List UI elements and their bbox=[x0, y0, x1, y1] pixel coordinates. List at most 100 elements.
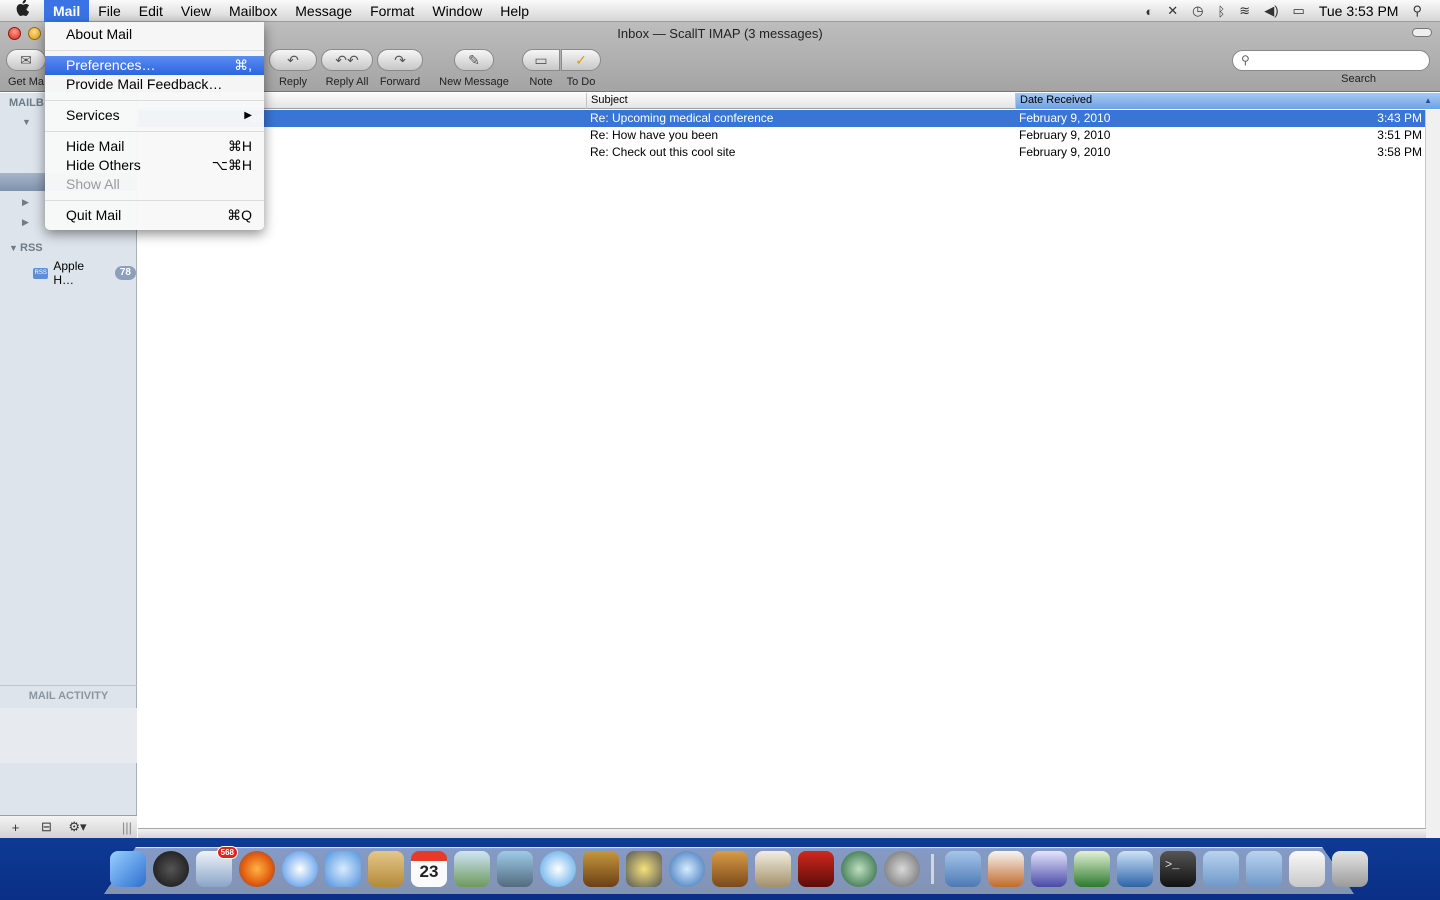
menu-format[interactable]: Format bbox=[361, 0, 423, 22]
show-hide-activity-button[interactable]: ⊟ bbox=[31, 819, 62, 835]
photo-slideshow-icon[interactable] bbox=[798, 851, 834, 887]
menu-shortcut: ⌘H bbox=[227, 138, 252, 154]
apple-menu-icon[interactable] bbox=[0, 0, 44, 23]
time-machine-icon[interactable] bbox=[841, 851, 877, 887]
address-book-icon[interactable] bbox=[368, 851, 404, 887]
ichat-icon[interactable] bbox=[325, 851, 361, 887]
menu-item-label: Preferences… bbox=[66, 57, 156, 73]
safari-icon[interactable] bbox=[282, 851, 318, 887]
rss-disclosure-icon[interactable]: ▼ bbox=[9, 243, 18, 253]
disconnect-icon[interactable]: ✕ bbox=[1167, 3, 1178, 19]
system-preferences-icon[interactable] bbox=[884, 851, 920, 887]
menu-message[interactable]: Message bbox=[286, 0, 361, 22]
menu-window[interactable]: Window bbox=[423, 0, 491, 22]
menu-item-label: About Mail bbox=[66, 26, 133, 42]
disclosure-triangle-icon[interactable]: ▶ bbox=[22, 197, 29, 208]
garageband-icon[interactable] bbox=[712, 851, 748, 887]
menu-item-services[interactable]: Services ▶ bbox=[45, 106, 264, 125]
message-row[interactable]: Re: Check out this cool site February 9,… bbox=[138, 144, 1426, 161]
menu-help[interactable]: Help bbox=[491, 0, 538, 22]
pages-icon[interactable] bbox=[1031, 851, 1067, 887]
menu-mailbox[interactable]: Mailbox bbox=[220, 0, 286, 22]
finder-icon[interactable] bbox=[110, 851, 146, 887]
reply-icon: ↶ bbox=[269, 49, 317, 71]
mail-app-menu: About Mail Preferences… ⌘, Provide Mail F… bbox=[45, 22, 264, 230]
menu-item-preferences[interactable]: Preferences… ⌘, bbox=[45, 56, 264, 75]
todo-button[interactable]: ✓ To Do bbox=[560, 49, 602, 88]
message-row[interactable]: Re: How have you been February 9, 2010 3… bbox=[138, 127, 1426, 144]
dock-separator bbox=[931, 854, 934, 884]
mail-activity-pane bbox=[0, 708, 137, 763]
action-gear-icon[interactable]: ⚙▾ bbox=[62, 819, 93, 835]
iphoto-icon[interactable] bbox=[497, 851, 533, 887]
calendar-day-label: 23 bbox=[419, 862, 439, 881]
mail-icon[interactable]: 568 bbox=[196, 846, 238, 887]
menu-item-quit-mail[interactable]: Quit Mail ⌘Q bbox=[45, 206, 264, 225]
menu-edit[interactable]: Edit bbox=[130, 0, 172, 22]
battery-icon[interactable]: ▭ bbox=[1293, 3, 1305, 19]
itunes-icon[interactable] bbox=[540, 851, 576, 887]
column-header-date-received[interactable]: Date Received ▲ bbox=[1015, 93, 1440, 109]
forward-button[interactable]: ↷ Forward bbox=[376, 49, 424, 88]
disclosure-triangle-icon[interactable]: ▶ bbox=[22, 217, 29, 228]
menu-item-provide-feedback[interactable]: Provide Mail Feedback… bbox=[45, 75, 264, 94]
message-row[interactable]: on Re: Upcoming medical conference Febru… bbox=[138, 110, 1426, 127]
dashboard-icon[interactable] bbox=[153, 851, 189, 887]
downloads-folder-icon[interactable] bbox=[1246, 851, 1282, 887]
message-date: February 9, 2010 bbox=[1019, 145, 1111, 159]
disclosure-triangle-icon[interactable]: ▼ bbox=[22, 117, 31, 127]
menu-view[interactable]: View bbox=[172, 0, 220, 22]
iweb-icon[interactable] bbox=[755, 851, 791, 887]
virtualbox-icon[interactable] bbox=[1117, 851, 1153, 887]
menu-separator bbox=[45, 100, 264, 101]
ical-icon[interactable]: 23 bbox=[411, 851, 447, 887]
document-icon[interactable] bbox=[1289, 851, 1325, 887]
wifi-icon[interactable]: ≋ bbox=[1239, 3, 1250, 19]
trash-icon[interactable] bbox=[1332, 851, 1368, 887]
spotlight-icon[interactable]: ⚲ bbox=[1412, 3, 1422, 19]
get-mail-button[interactable]: ✉ Get Ma bbox=[6, 49, 46, 88]
reply-all-button[interactable]: ↶↶ Reply All bbox=[320, 49, 374, 88]
dock: 568 23 >_ bbox=[104, 846, 1368, 892]
terminal-icon[interactable]: >_ bbox=[1160, 851, 1196, 887]
photo-booth-icon[interactable] bbox=[583, 851, 619, 887]
note-button[interactable]: ▭ Note bbox=[522, 49, 560, 88]
new-message-button[interactable]: ✎ New Message bbox=[436, 49, 512, 88]
menubar-clock[interactable]: Tue 3:53 PM bbox=[1319, 3, 1399, 19]
forward-label: Forward bbox=[379, 76, 421, 88]
moon-icon[interactable]: ◐ bbox=[1145, 4, 1153, 19]
menu-item-hide-others[interactable]: Hide Others ⌥⌘H bbox=[45, 156, 264, 175]
keynote-icon[interactable] bbox=[988, 851, 1024, 887]
menu-item-hide-mail[interactable]: Hide Mail ⌘H bbox=[45, 137, 264, 156]
search-input[interactable]: ⚲ bbox=[1232, 50, 1430, 71]
dvd-player-icon[interactable] bbox=[669, 851, 705, 887]
forward-icon: ↷ bbox=[377, 49, 423, 71]
vertical-scrollbar[interactable] bbox=[1425, 110, 1440, 838]
menu-file[interactable]: File bbox=[89, 0, 130, 22]
menu-item-about-mail[interactable]: About Mail bbox=[45, 25, 264, 44]
note-label: Note bbox=[529, 76, 553, 88]
preview-icon[interactable] bbox=[454, 851, 490, 887]
column-header-subject[interactable]: Subject bbox=[586, 93, 1015, 109]
bluetooth-icon[interactable]: ᛒ bbox=[1217, 4, 1225, 19]
message-subject: Re: How have you been bbox=[590, 128, 719, 142]
checkmark-icon: ✓ bbox=[561, 49, 601, 71]
applications-folder-icon[interactable] bbox=[1203, 851, 1239, 887]
sidebar-item-apple-hot-news[interactable]: RSS Apple H… 78 bbox=[33, 259, 136, 287]
imovie-icon[interactable] bbox=[626, 851, 662, 887]
reply-all-icon: ↶↶ bbox=[321, 49, 373, 71]
add-mailbox-button[interactable]: + bbox=[0, 820, 31, 835]
reply-button[interactable]: ↶ Reply bbox=[268, 49, 318, 88]
message-subject: Re: Upcoming medical conference bbox=[590, 111, 774, 125]
documents-stack-icon[interactable] bbox=[945, 851, 981, 887]
pane-split-divider[interactable] bbox=[138, 828, 1426, 838]
volume-icon[interactable]: ◀) bbox=[1264, 3, 1278, 19]
toolbar-toggle-button[interactable] bbox=[1412, 28, 1432, 37]
menu-mail[interactable]: Mail bbox=[44, 0, 90, 22]
firefox-icon[interactable] bbox=[239, 851, 275, 887]
time-machine-status-icon[interactable]: ◷ bbox=[1192, 3, 1203, 19]
menu-item-label: Hide Mail bbox=[66, 138, 125, 154]
numbers-icon[interactable] bbox=[1074, 851, 1110, 887]
mailboxes-header: MAILB bbox=[9, 97, 44, 109]
resize-handle-icon[interactable]: ||| bbox=[117, 820, 137, 835]
